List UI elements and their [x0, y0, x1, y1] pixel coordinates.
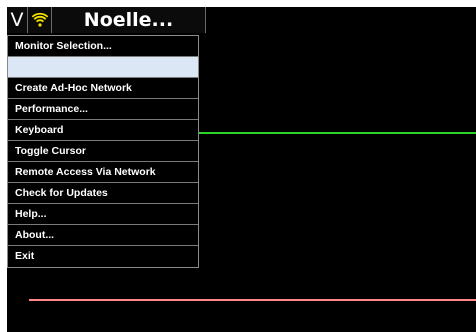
menu-item-about[interactable]: About... — [8, 225, 198, 246]
menu-item-check-for-updates[interactable]: Check for Updates — [8, 183, 198, 204]
menu-item-create-ad-hoc-network[interactable]: Create Ad-Hoc Network — [8, 78, 198, 99]
red-waveform-line — [29, 299, 476, 301]
menu-item-keyboard[interactable]: Keyboard — [8, 120, 198, 141]
top-bar: V Noelle... — [7, 7, 206, 33]
menu-item-monitor-selection[interactable]: Monitor Selection... — [8, 36, 198, 57]
menu-item-exit[interactable]: Exit — [8, 246, 198, 267]
menu-toggle-button[interactable]: V — [7, 7, 28, 33]
dropdown-menu: Monitor Selection... Create Ad-Hoc Netwo… — [7, 35, 199, 268]
menu-item-performance[interactable]: Performance... — [8, 99, 198, 120]
patient-name-title[interactable]: Noelle... — [52, 7, 206, 33]
menu-item-highlighted[interactable] — [8, 57, 198, 78]
menu-item-help[interactable]: Help... — [8, 204, 198, 225]
menu-item-toggle-cursor[interactable]: Toggle Cursor — [8, 141, 198, 162]
wifi-icon[interactable] — [28, 7, 52, 33]
green-waveform-line — [199, 132, 476, 134]
menu-item-remote-access[interactable]: Remote Access Via Network — [8, 162, 198, 183]
monitor-screen: V Noelle... Monitor Selection... Create … — [7, 7, 476, 332]
